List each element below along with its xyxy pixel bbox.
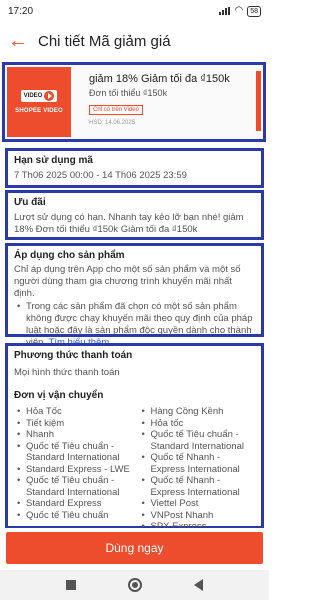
validity-section: Hạn sử dụng mã 7 Th06 2025 00:00 - 14 Th… — [5, 148, 264, 188]
wifi-icon: ◠ — [234, 5, 244, 16]
carrier-item: Quốc tế Nhanh - Express International — [139, 475, 256, 498]
payment-title: Phương thức thanh toán — [14, 350, 133, 361]
carrier-column-left: Hỏa Tốc Tiết kiệm Nhanh Quốc tế Tiêu chu… — [14, 406, 131, 530]
status-bar: 17:20 ◠ 58 — [0, 0, 269, 22]
voucher-edge-stripe — [256, 71, 261, 131]
voucher-title: giảm 18% Giảm tối đa ₫150k — [89, 73, 230, 85]
recents-icon[interactable] — [66, 580, 76, 590]
apply-note: Trong các sản phẩm đã chọn có một số sản… — [14, 301, 255, 349]
voucher-tag: Chỉ có trên Video — [89, 105, 143, 115]
use-now-button[interactable]: Dùng ngay — [6, 532, 263, 564]
voucher-expiry: HSD: 14.06.2025 — [89, 120, 136, 126]
bottom-action-bar: Dùng ngay — [0, 528, 269, 568]
back-arrow-icon[interactable]: ← — [8, 31, 30, 51]
carrier-item: Quốc tế Tiêu chuẩn - Standard Internatio… — [14, 441, 131, 464]
header: ← Chi tiết Mã giảm giá — [0, 22, 269, 60]
voucher-card: VIDEO SHOPEE VIDEO giảm 18% Giảm tối đa … — [2, 62, 266, 142]
offer-section: Ưu đãi Lượt sử dụng có hạn. Nhanh tay kẻ… — [5, 190, 264, 240]
apply-title: Áp dụng cho sản phẩm — [14, 250, 125, 261]
voucher-thumbnail: VIDEO SHOPEE VIDEO — [7, 67, 71, 137]
carriers-title: Đơn vị vận chuyển — [14, 390, 104, 401]
nav-back-icon[interactable] — [194, 579, 203, 591]
carrier-item: Quốc tế Nhanh - Express International — [139, 452, 256, 475]
page-title: Chi tiết Mã giảm giá — [38, 32, 171, 50]
apply-section: Áp dụng cho sản phẩm Chỉ áp dụng trên Ap… — [5, 243, 264, 348]
apply-text: Chỉ áp dụng trên App cho một số sản phẩm… — [14, 264, 241, 299]
validity-value: 7 Th06 2025 00:00 - 14 Th06 2025 23:59 — [14, 170, 187, 181]
validity-title: Hạn sử dụng mã — [14, 155, 93, 166]
carrier-list: Hỏa Tốc Tiết kiệm Nhanh Quốc tế Tiêu chu… — [14, 406, 255, 530]
system-nav-bar — [0, 570, 269, 600]
payment-value: Mọi hình thức thanh toán — [14, 367, 120, 378]
home-icon[interactable] — [128, 578, 142, 592]
carrier-item: Quốc tế Tiêu chuẩn - Standard Internatio… — [139, 429, 256, 452]
status-time: 17:20 — [8, 5, 34, 17]
video-logo-text: VIDEO — [23, 93, 43, 99]
voucher-source-label: SHOPEE VIDEO — [15, 108, 63, 114]
carrier-item: Quốc tế Tiêu chuẩn - Standard Internatio… — [14, 475, 131, 498]
voucher-info: giảm 18% Giảm tối đa ₫150k Đơn tối thiểu… — [89, 72, 259, 126]
carrier-item: Tiết kiệm — [14, 418, 131, 430]
carrier-item: Nhanh — [14, 429, 131, 441]
carrier-item: Standard Express - LWE — [14, 464, 131, 476]
carrier-column-right: Hàng Cồng Kềnh Hỏa tốc Quốc tế Tiêu chuẩ… — [139, 406, 256, 530]
offer-title: Ưu đãi — [14, 197, 46, 208]
apply-notes: Trong các sản phẩm đã chọn có một số sản… — [14, 301, 255, 349]
carrier-item: Hỏa Tốc — [14, 406, 131, 418]
carrier-item: Standard Express — [14, 498, 131, 510]
carrier-item: VNPost Nhanh — [139, 510, 256, 522]
shopee-video-logo: VIDEO — [20, 90, 58, 102]
offer-text: Lượt sử dụng có hạn. Nhanh tay kẻo lỡ bạ… — [14, 212, 244, 235]
status-icons: ◠ 58 — [219, 5, 261, 17]
battery-icon: 58 — [247, 5, 261, 17]
carrier-item: Viettel Post — [139, 498, 256, 510]
voucher-min-spend: Đơn tối thiểu ₫150k — [89, 88, 168, 98]
signal-icon — [219, 7, 231, 15]
carrier-item: Hàng Cồng Kềnh — [139, 406, 256, 418]
carrier-item: Quốc tế Tiêu chuẩn — [14, 510, 131, 522]
payment-shipping-section: Phương thức thanh toán Mọi hình thức tha… — [5, 343, 264, 530]
carrier-item: Hỏa tốc — [139, 418, 256, 430]
play-icon — [44, 91, 55, 101]
voucher-details[interactable]: VIDEO SHOPEE VIDEO giảm 18% Giảm tối đa … — [0, 60, 269, 530]
